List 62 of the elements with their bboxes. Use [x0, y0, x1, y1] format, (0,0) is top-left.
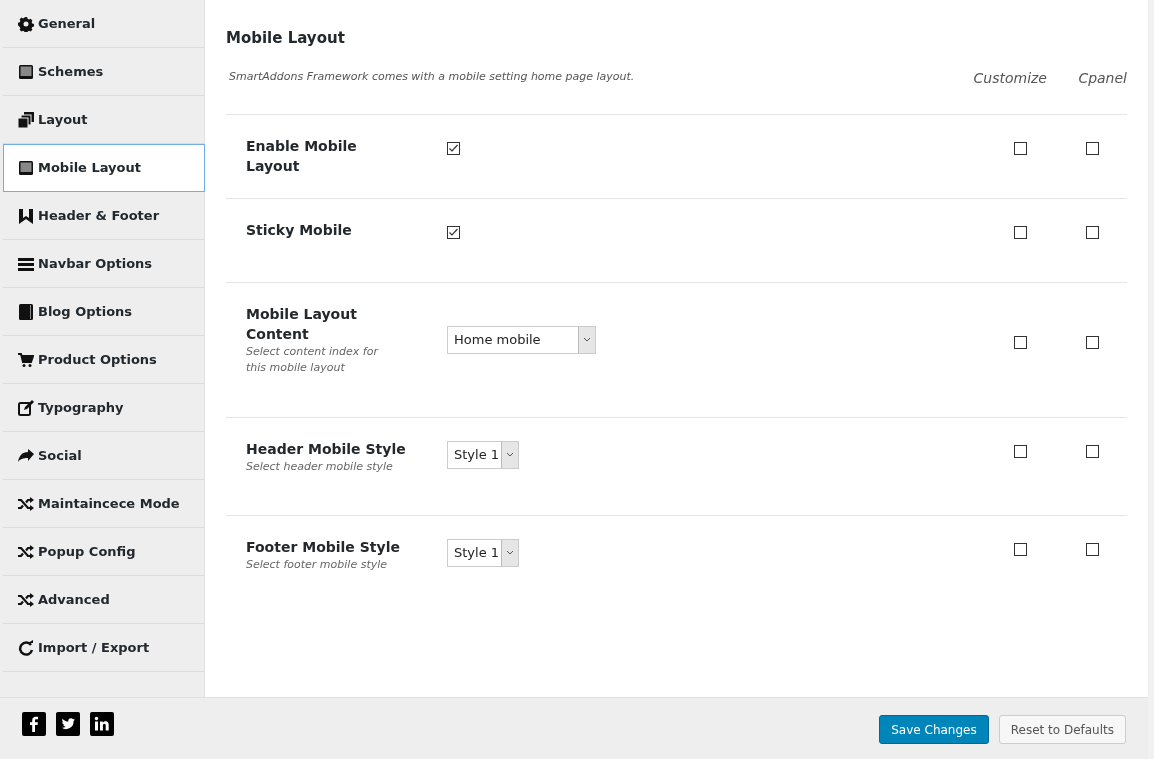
stacked-pages-icon	[18, 111, 34, 128]
cart-icon	[18, 351, 34, 368]
dropdown[interactable]: Style 1	[447, 440, 519, 469]
checkbox[interactable]	[1086, 335, 1099, 349]
caret-icon	[583, 337, 591, 342]
checkbox[interactable]	[1086, 225, 1099, 239]
checkbox[interactable]	[1014, 542, 1027, 556]
shuffle-icon	[18, 495, 34, 512]
bookmark-icon	[18, 207, 34, 224]
sidebar-item[interactable]: Social	[3, 432, 204, 480]
monitor-icon	[18, 63, 34, 80]
sidebar-item[interactable]: Blog Options	[3, 288, 204, 336]
setting-label: Footer Mobile Style	[246, 537, 401, 557]
edit-icon	[18, 399, 34, 416]
sidebar-item[interactable]: Product Options	[3, 336, 204, 384]
sidebar-item[interactable]: General	[3, 0, 204, 48]
checkbox[interactable]	[1014, 335, 1027, 349]
setting-label: Header Mobile Style	[246, 439, 407, 459]
setting-hint: Select header mobile style	[246, 458, 394, 475]
sidebar-item[interactable]: Typography	[3, 384, 204, 432]
setting-label: Enable Mobile Layout	[246, 136, 358, 176]
sidebar-item[interactable]: Advanced	[3, 576, 204, 624]
checkbox[interactable]	[447, 225, 460, 239]
book-icon	[18, 303, 34, 320]
column-heading: Cpanel	[1077, 68, 1127, 88]
setting-hint: Select content index for this mobile layout	[246, 343, 380, 376]
caret-icon	[506, 550, 514, 555]
sidebar-item[interactable]: Popup Config	[3, 528, 204, 576]
dropdown[interactable]: Style 1	[447, 538, 519, 567]
sidebar-item[interactable]: Mobile Layout	[3, 144, 205, 192]
sidebar-item[interactable]: Navbar Options	[3, 240, 204, 288]
column-heading: Customize	[972, 68, 1047, 88]
setting-label: Mobile Layout Content	[246, 304, 358, 344]
checkbox[interactable]	[1014, 141, 1027, 155]
checkbox[interactable]	[1014, 444, 1027, 458]
facebook-icon[interactable]	[22, 711, 46, 736]
checkbox[interactable]	[1086, 141, 1099, 155]
bird-icon[interactable]	[56, 711, 80, 736]
setting-hint: Select footer mobile style	[246, 556, 389, 573]
shuffle-icon	[18, 591, 34, 608]
dropdown[interactable]: Home mobile	[447, 325, 596, 354]
checkbox[interactable]	[1086, 444, 1099, 458]
checkbox[interactable]	[1014, 225, 1027, 239]
sidebar-item[interactable]: Import / Export	[3, 624, 204, 672]
section-description: SmartAddons Framework comes with a mobile setting home page layout.	[228, 69, 636, 85]
shuffle-icon	[18, 543, 34, 560]
monitor-icon	[18, 160, 34, 176]
sidebar-item[interactable]: Header & Footer	[3, 192, 204, 240]
circular-arrows-icon	[18, 639, 34, 656]
settings-icon	[18, 15, 34, 32]
setting-label: Sticky Mobile	[246, 220, 353, 240]
caret-icon	[506, 452, 514, 457]
save-button[interactable]: Save Changes	[879, 715, 989, 744]
sidebar-item[interactable]: Schemes	[3, 48, 204, 96]
section-title: Mobile Layout	[226, 28, 346, 49]
linkedin-icon[interactable]	[90, 711, 114, 736]
reset-button[interactable]: Reset to Defaults	[998, 715, 1126, 744]
checkbox[interactable]	[447, 141, 460, 155]
share-arrow-icon	[18, 447, 34, 464]
sidebar-item[interactable]: Maintaincece Mode	[3, 480, 204, 528]
checkbox[interactable]	[1086, 542, 1099, 556]
menu-icon	[18, 255, 34, 272]
